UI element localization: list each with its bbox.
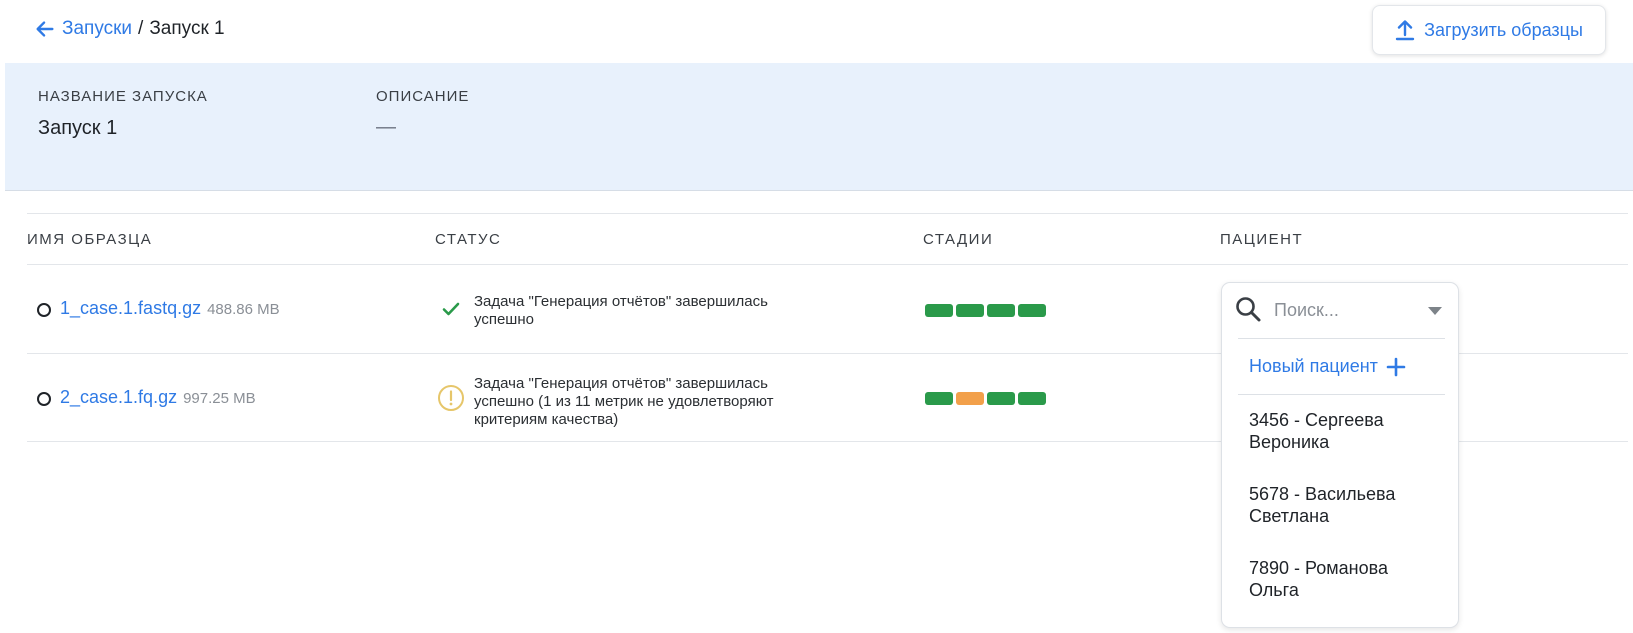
description-label: ОПИСАНИЕ xyxy=(376,88,470,105)
sample-file-link[interactable]: 2_case.1.fq.gz 997.25 MB xyxy=(60,387,256,408)
header-stages: СТАДИИ xyxy=(923,231,994,248)
stage-segment xyxy=(956,304,984,317)
sample-file-size: 488.86 MB xyxy=(207,301,280,318)
dropdown-divider xyxy=(1238,394,1445,395)
table-header: ИМЯ ОБРАЗЦА СТАТУС СТАДИИ ПАЦИЕНТ xyxy=(27,213,1628,265)
stages-bar xyxy=(925,392,1046,405)
header-status: СТАТУС xyxy=(435,231,502,248)
description-value: — xyxy=(376,116,396,138)
upload-samples-label: Загрузить образцы xyxy=(1424,19,1583,40)
stage-segment xyxy=(987,392,1015,405)
row-select-radio[interactable] xyxy=(37,392,51,406)
search-icon xyxy=(1236,297,1261,322)
header-patient: ПАЦИЕНТ xyxy=(1220,231,1304,248)
patient-combobox: Новый пациент 3456 - Сергеева Вероника 5… xyxy=(1221,282,1459,628)
sample-file-link[interactable]: 1_case.1.fastq.gz 488.86 MB xyxy=(60,298,280,319)
new-patient-label: Новый пациент xyxy=(1249,356,1378,376)
stage-segment xyxy=(956,392,984,405)
back-arrow-icon[interactable] xyxy=(34,18,56,40)
sample-file-size: 997.25 MB xyxy=(183,390,256,407)
upload-icon xyxy=(1395,20,1415,41)
stage-segment xyxy=(925,304,953,317)
warning-icon xyxy=(438,385,464,411)
top-bar: Запуски / Запуск 1 Загрузить образцы xyxy=(0,0,1633,62)
breadcrumb-separator: / xyxy=(138,18,144,39)
header-sample-name: ИМЯ ОБРАЗЦА xyxy=(27,231,153,248)
sample-file-name[interactable]: 1_case.1.fastq.gz xyxy=(60,298,201,318)
stage-segment xyxy=(1018,304,1046,317)
status-text: Задача "Генерация отчётов" завершилась у… xyxy=(474,375,774,428)
patient-option[interactable]: 3456 - Сергеева Вероника xyxy=(1249,409,1439,453)
row-select-radio[interactable] xyxy=(37,303,51,317)
breadcrumb: Запуски / Запуск 1 xyxy=(34,18,225,40)
stages-bar xyxy=(925,304,1046,317)
chevron-down-icon[interactable] xyxy=(1428,307,1442,315)
new-patient-button[interactable]: Новый пациент xyxy=(1249,356,1406,377)
sample-file-name[interactable]: 2_case.1.fq.gz xyxy=(60,387,177,407)
patient-option[interactable]: 5678 - Васильева Светлана xyxy=(1249,483,1439,527)
upload-samples-button[interactable]: Загрузить образцы xyxy=(1372,5,1606,55)
breadcrumb-current: Запуск 1 xyxy=(149,18,225,39)
run-name-label: НАЗВАНИЕ ЗАПУСКА xyxy=(38,88,208,105)
stage-segment xyxy=(987,304,1015,317)
check-icon xyxy=(442,302,460,316)
patient-option[interactable]: 7890 - Романова Ольга xyxy=(1249,557,1439,601)
patient-search-field[interactable] xyxy=(1222,283,1458,337)
plus-icon xyxy=(1386,357,1406,376)
status-text: Задача "Генерация отчётов" завершилась у… xyxy=(474,293,768,328)
stage-segment xyxy=(1018,392,1046,405)
breadcrumb-runs-link[interactable]: Запуски xyxy=(62,18,132,40)
run-name-value: Запуск 1 xyxy=(38,117,118,139)
dropdown-divider xyxy=(1238,338,1445,339)
patient-search-input[interactable] xyxy=(1274,297,1414,323)
stage-segment xyxy=(925,392,953,405)
run-info-panel: НАЗВАНИЕ ЗАПУСКА Запуск 1 ОПИСАНИЕ — xyxy=(5,63,1633,191)
